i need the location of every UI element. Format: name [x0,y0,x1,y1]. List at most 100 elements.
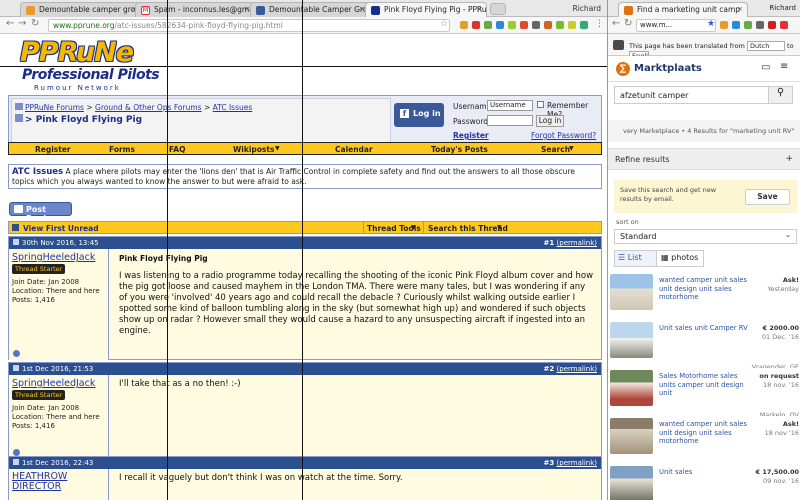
sort-select[interactable]: Standard ⌄ [614,229,797,244]
extension-icon[interactable] [780,21,788,29]
breadcrumb-atc-issues[interactable]: ATC Issues [213,103,253,112]
tab-demountable-camper-group[interactable]: Demountable camper group× [20,2,142,17]
back-icon[interactable]: ← [6,18,14,29]
listing-title: wanted camper unit sales unit design uni… [659,276,747,301]
search-thread-menu[interactable]: Search this Thread [428,224,508,233]
user-info: SpringHeeledJack Thread Starter Join Dat… [9,249,109,360]
main-navbar: Register Forms FAQ Wikiposts ▼ Calendar … [8,142,602,155]
extension-icon[interactable] [768,21,776,29]
listing-item[interactable]: wanted camper unit sales unit design uni… [608,416,800,468]
post-reply-button[interactable]: Post Reply [9,202,72,223]
post-number: #2 (permalink) [544,365,597,373]
profile-name[interactable]: Richard [573,4,601,13]
permalink-link[interactable]: (permalink) [557,239,597,247]
tab-label: Demountable camper group [39,5,142,14]
tab-gmail-spam[interactable]: MSpam - inconnus.les@gmail.c...× [135,2,255,17]
nav-forms[interactable]: Forms [109,145,135,154]
extension-icon[interactable] [496,21,504,29]
nav-calendar[interactable]: Calendar [335,145,373,154]
remember-me-checkbox[interactable] [537,101,544,108]
extension-icon[interactable] [472,21,480,29]
thread-icon [15,114,23,122]
save-search-button[interactable]: Save [745,189,790,205]
nav-search[interactable]: Search [541,145,570,154]
refine-results[interactable]: Refine results + [608,148,800,170]
nav-wikiposts[interactable]: Wikiposts [233,145,274,154]
forgot-password-link[interactable]: Forgot Password? [531,131,596,140]
thread-title-text: Pink Floyd Flying Pig [35,115,143,125]
extension-icon[interactable] [744,21,752,29]
marktplaats-logo-icon[interactable]: ∑ [616,62,630,76]
register-link[interactable]: Register [453,131,489,140]
chat-icon[interactable]: ▭ [761,62,770,73]
extension-icon[interactable] [732,21,740,29]
tab-facebook-group[interactable]: Demountable Camper Group × [250,2,370,17]
view-first-unread-link[interactable]: View First Unread [23,224,99,233]
listing-item[interactable]: Unit sales unit Camper RV € 2000.00 01 D… [608,320,800,372]
back-icon[interactable]: ← [612,18,620,29]
extension-icon[interactable] [484,21,492,29]
facebook-login-label: Log in [413,109,441,118]
tab-label: Pink Floyd Flying Pig - PPRu... [384,5,487,14]
search-button[interactable]: ⚲ [768,86,793,104]
nav-todays-posts[interactable]: Today's Posts [431,145,488,154]
tab-strip: Demountable camper group× MSpam - inconn… [0,0,607,18]
username-link[interactable]: SpringHeeledJack [12,378,105,389]
results-breadcrumb: very Marketplace • 4 Results for "market… [608,120,800,142]
listing-date: 18 nov. '16 [763,381,799,389]
extension-icon[interactable] [508,21,516,29]
reload-icon[interactable]: ↻ [624,18,632,29]
listing-item[interactable]: Unit sales € 17,500.00 09 nov. '16 [608,464,800,500]
unread-icon [12,224,19,231]
profile-name[interactable]: Richard [769,4,796,12]
extension-icon[interactable] [520,21,528,29]
new-tab-button[interactable] [490,3,506,15]
view-list-label: List [627,253,642,262]
search-input[interactable]: afzetunit camper [614,86,774,104]
view-toggle: ☰ List ▦ photos [614,250,704,267]
extension-icon[interactable] [556,21,564,29]
bookmark-star-icon[interactable]: ☆ [440,19,448,29]
close-icon[interactable]: × [476,5,482,13]
password-label: Password [453,117,489,126]
from-language-select[interactable]: Dutch [746,41,785,51]
tab-pprune-active[interactable]: Pink Floyd Flying Pig - PPRu... × [365,2,487,18]
forward-icon[interactable]: → [18,18,26,29]
username-input[interactable]: Username [487,100,533,111]
chevron-down-icon: ▼ [411,224,416,231]
permalink-link[interactable]: (permalink) [557,365,597,373]
extension-icon[interactable] [756,21,764,29]
bookmark-star-icon[interactable]: ★ [707,19,715,29]
extension-icon[interactable] [544,21,552,29]
reload-icon[interactable]: ↻ [31,18,39,29]
site-logo-top[interactable]: PPRuNe [20,37,134,68]
close-icon[interactable]: × [737,5,743,13]
address-bar[interactable]: www.m... [636,19,716,32]
username-link[interactable]: SpringHeeledJack [12,252,105,263]
extension-icon[interactable] [580,21,588,29]
username-link[interactable]: HEATHROW DIRECTOR [12,472,72,492]
listing-item[interactable]: Sales Motorhome sales units camper unit … [608,368,800,420]
login-button[interactable]: Log in [536,115,564,127]
nav-faq[interactable]: FAQ [169,145,185,154]
post-number-text: #1 [543,239,555,247]
permalink-link[interactable]: (permalink) [557,459,597,467]
extension-icon[interactable] [532,21,540,29]
breadcrumb-ground-ops[interactable]: Ground & Other Ops Forums [95,103,202,112]
address-bar[interactable]: www.pprune.org/atc-issues/582634-pink-fl… [48,19,450,32]
extension-icon[interactable] [568,21,576,29]
facebook-login-button[interactable]: f Log in [394,103,444,127]
extension-icon[interactable] [720,21,728,29]
view-list-tab[interactable]: ☰ List [615,251,657,266]
menu-icon[interactable]: ⋮ [595,19,604,29]
hamburger-menu-icon[interactable]: ≡ [780,61,788,72]
post-icon [13,365,19,371]
breadcrumb-pprune-forums[interactable]: PPRuNe Forums [25,103,84,112]
tab-marktplaats[interactable]: Find a marketing unit camp × [618,2,748,18]
nav-register[interactable]: Register [35,145,71,154]
view-photos-tab[interactable]: ▦ photos [658,251,704,266]
marktplaats-title[interactable]: Marktplaats [634,63,702,74]
extension-icon[interactable] [460,21,468,29]
listing-item[interactable]: wanted camper unit sales unit design uni… [608,272,800,324]
password-input[interactable] [487,115,533,126]
